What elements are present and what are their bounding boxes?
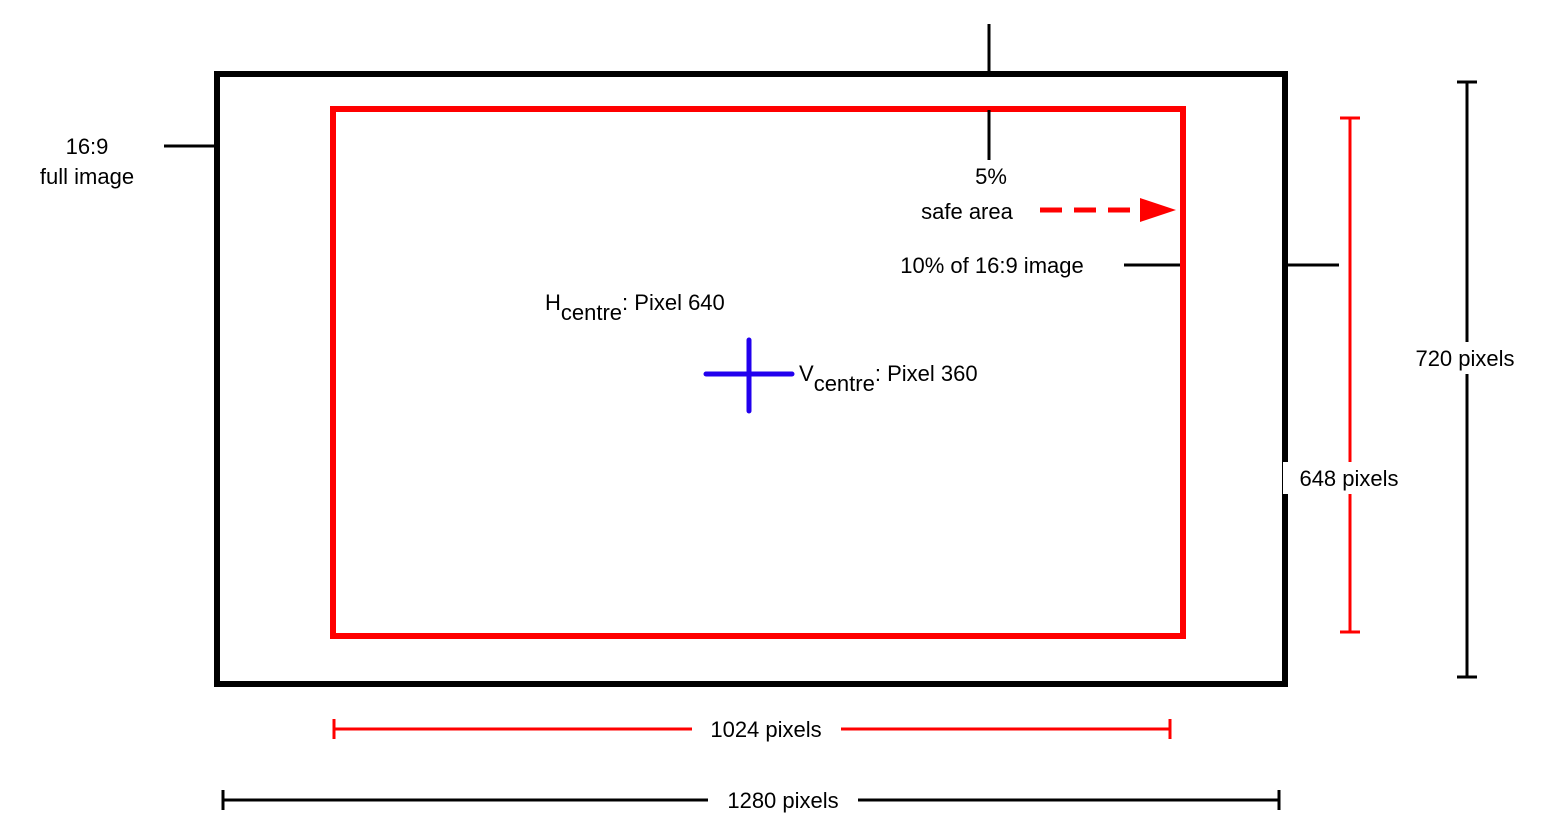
- safe-area-label-line2: safe area: [921, 199, 1013, 224]
- v-centre-subscript: centre: [814, 371, 875, 396]
- ten-percent-label: 10% of 16:9 image: [900, 253, 1083, 278]
- h-centre-subscript: centre: [561, 300, 622, 325]
- safe-area-label-line1: 5%: [975, 164, 1007, 189]
- h-centre-label: Hcentre: Pixel 640: [545, 290, 725, 325]
- height-full-label: 720 pixels: [1415, 346, 1514, 371]
- width-safe-label: 1024 pixels: [710, 717, 821, 742]
- v-centre-value: : Pixel 360: [875, 361, 978, 386]
- full-image-label-line1: 16:9: [66, 134, 109, 159]
- h-centre-value: : Pixel 640: [622, 290, 725, 315]
- safe-area-arrow-head: [1140, 198, 1176, 222]
- width-full-label: 1280 pixels: [727, 788, 838, 813]
- safe-area-diagram: 16:9 full image 5% safe area 10% of 16:9…: [40, 24, 1525, 813]
- h-centre-main: H: [545, 290, 561, 315]
- v-centre-main: V: [799, 361, 814, 386]
- v-centre-label: Vcentre: Pixel 360: [799, 361, 978, 396]
- height-safe-label: 648 pixels: [1299, 466, 1398, 491]
- full-image-label-line2: full image: [40, 164, 134, 189]
